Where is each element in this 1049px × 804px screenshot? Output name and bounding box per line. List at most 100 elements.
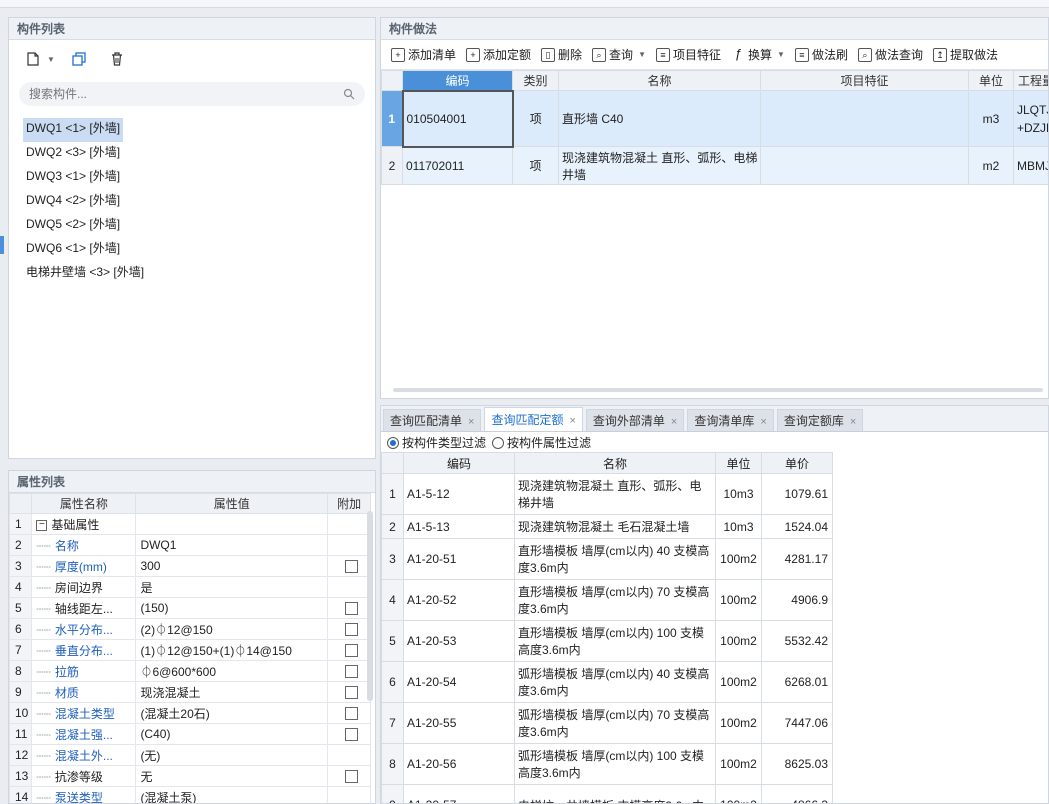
- method-row[interactable]: 2 011702011 项现浇建筑物混凝土 直形、弧形、电梯井墙 m2 MBMJ: [381, 146, 1048, 185]
- method-header-type[interactable]: 类别: [512, 70, 559, 91]
- chevron-down-icon[interactable]: ▼: [777, 50, 785, 59]
- toolbar-button-method-query[interactable]: ⌕ 做法查询: [854, 46, 927, 63]
- toolbar-button-extract[interactable]: ↥ 提取做法: [929, 46, 1002, 63]
- toolbar-button-add-quota[interactable]: + 添加定额: [462, 46, 535, 63]
- query-tab[interactable]: 查询清单库 ×: [687, 409, 774, 431]
- quota-header-name[interactable]: 名称: [514, 452, 716, 474]
- method-feature[interactable]: [760, 90, 969, 147]
- method-header-expr[interactable]: 工程量: [1013, 70, 1048, 91]
- component-list-item[interactable]: 电梯井壁墙 <3> [外墙]: [23, 262, 375, 286]
- quota-row[interactable]: 3 A1-20-51 直形墙模板 墙厚(cm以内) 40 支模高度3.6m内 100m…: [381, 538, 833, 580]
- property-scrollbar[interactable]: [367, 511, 373, 701]
- quota-row[interactable]: 5 A1-20-53 直形墙模板 墙厚(cm以内) 100 支模高度3.6m内 100…: [381, 620, 833, 662]
- property-value[interactable]: 现浇混凝土: [135, 681, 329, 703]
- property-row[interactable]: 12 ┄┄ 混凝土外... (无): [9, 744, 371, 766]
- property-value[interactable]: (150): [135, 597, 329, 619]
- toolbar-button-add-list[interactable]: + 添加清单: [387, 46, 460, 63]
- close-icon[interactable]: ×: [468, 416, 474, 428]
- property-row[interactable]: 14 ┄┄ 泵送类型 (混凝土泵): [9, 786, 371, 803]
- extra-checkbox[interactable]: [344, 623, 358, 637]
- property-value[interactable]: 是: [135, 576, 329, 598]
- close-icon[interactable]: ×: [760, 416, 766, 428]
- component-list-item[interactable]: DWQ1 <1> [外墙]: [23, 118, 375, 142]
- query-tab[interactable]: 查询匹配清单 ×: [383, 409, 482, 431]
- property-row[interactable]: 3 ┄┄ 厚度(mm) 300: [9, 555, 371, 577]
- property-value[interactable]: (1)⏀12@150+(1)⏀14@150: [135, 639, 329, 661]
- property-header-name[interactable]: 属性名称: [31, 493, 137, 514]
- toolbar-button-brush[interactable]: ≡ 做法刷: [791, 46, 852, 63]
- method-header-unit[interactable]: 单位: [968, 70, 1014, 91]
- quota-row[interactable]: 2 A1-5-13 现浇建筑物混凝土 毛石混凝土墙 10m3 1524.04: [381, 514, 833, 539]
- property-header-value[interactable]: 属性值: [135, 493, 329, 514]
- component-list-item[interactable]: DWQ4 <2> [外墙]: [23, 190, 375, 214]
- property-value[interactable]: (混凝土20石): [135, 702, 329, 724]
- quota-row[interactable]: 7 A1-20-55 弧形墙模板 墙厚(cm以内) 70 支模高度3.6m内 100m…: [381, 702, 833, 744]
- extra-checkbox[interactable]: [344, 560, 358, 574]
- close-icon[interactable]: ×: [671, 416, 677, 428]
- method-code[interactable]: 010504001: [401, 89, 514, 148]
- method-row[interactable]: 1010504001项直形墙 C40 m3JLQTJQ +DZJLQ: [381, 89, 1048, 148]
- component-list-item[interactable]: DWQ5 <2> [外墙]: [23, 214, 375, 238]
- quota-row[interactable]: 6 A1-20-54 弧形墙模板 墙厚(cm以内) 40 支模高度3.6m内 100m…: [381, 661, 833, 703]
- component-search-input[interactable]: [29, 87, 343, 101]
- method-expr[interactable]: MBMJ: [1013, 146, 1048, 185]
- filter-by-type[interactable]: 按构件类型过滤: [387, 434, 486, 451]
- close-icon[interactable]: ×: [850, 416, 856, 428]
- property-row[interactable]: 2 ┄┄ 名称 DWQ1: [9, 534, 371, 556]
- property-row[interactable]: 8 ┄┄ 拉筋 ⏀6@600*600: [9, 660, 371, 682]
- method-name[interactable]: 现浇建筑物混凝土 直形、弧形、电梯井墙: [558, 146, 761, 185]
- close-icon[interactable]: ×: [569, 415, 575, 427]
- query-tab[interactable]: 查询定额库 ×: [776, 409, 864, 431]
- property-row[interactable]: 11 ┄┄ 混凝土强... (C40): [9, 723, 371, 745]
- copy-component-button[interactable]: [67, 47, 91, 71]
- property-row[interactable]: 6 ┄┄ 水平分布... (2)⏀12@150: [9, 618, 371, 640]
- component-list-item[interactable]: DWQ3 <1> [外墙]: [23, 166, 375, 190]
- quota-row[interactable]: 1 A1-5-12 现浇建筑物混凝土 直形、弧形、电梯井墙 10m3 1079.61: [381, 473, 833, 515]
- extra-checkbox[interactable]: [344, 644, 358, 658]
- property-value[interactable]: 无: [135, 765, 329, 787]
- filter-by-attr[interactable]: 按构件属性过滤: [492, 434, 591, 451]
- property-value[interactable]: 300: [135, 555, 329, 577]
- extra-checkbox[interactable]: [344, 770, 358, 784]
- search-icon[interactable]: [343, 88, 355, 100]
- delete-component-button[interactable]: [105, 47, 129, 71]
- property-value[interactable]: [135, 513, 329, 535]
- method-name[interactable]: 直形墙 C40: [558, 90, 761, 147]
- component-list-item[interactable]: DWQ2 <3> [外墙]: [23, 142, 375, 166]
- property-value[interactable]: DWQ1: [135, 534, 329, 556]
- extra-checkbox[interactable]: [344, 665, 358, 679]
- property-row[interactable]: 1− 基础属性: [9, 513, 371, 535]
- quota-row[interactable]: 9A1-20-57电梯坑、井墙模板 支模高度3.6m内100m24866.3: [381, 784, 833, 803]
- property-header-extra[interactable]: 附加: [327, 493, 371, 514]
- chevron-down-icon[interactable]: ▼: [47, 55, 55, 64]
- extra-checkbox[interactable]: [344, 602, 358, 616]
- quota-row[interactable]: 8 A1-20-56 弧形墙模板 墙厚(cm以内) 100 支模高度3.6m内 100…: [381, 743, 833, 785]
- extra-checkbox[interactable]: [344, 686, 358, 700]
- property-row[interactable]: 7 ┄┄ 垂直分布... (1)⏀12@150+(1)⏀14@150: [9, 639, 371, 661]
- property-value[interactable]: (2)⏀12@150: [135, 618, 329, 640]
- method-header-code[interactable]: 编码: [402, 70, 513, 91]
- quota-row[interactable]: 4 A1-20-52 直形墙模板 墙厚(cm以内) 70 支模高度3.6m内 100m…: [381, 579, 833, 621]
- property-row[interactable]: 4 ┄┄ 房间边界是: [9, 576, 371, 598]
- toolbar-button-feature[interactable]: ≡ 项目特征: [652, 46, 725, 63]
- new-component-button[interactable]: [21, 47, 45, 71]
- extra-checkbox[interactable]: [344, 707, 358, 721]
- quota-header-unit[interactable]: 单位: [715, 452, 762, 474]
- query-tab[interactable]: 查询外部清单 ×: [585, 409, 685, 431]
- method-expr[interactable]: JLQTJQ +DZJLQ: [1013, 90, 1048, 147]
- query-tab[interactable]: 查询匹配定额 ×: [484, 407, 583, 431]
- component-list-item[interactable]: DWQ6 <1> [外墙]: [23, 238, 375, 262]
- quota-header-price[interactable]: 单价: [761, 452, 833, 474]
- property-row[interactable]: 13 ┄┄ 抗渗等级无: [9, 765, 371, 787]
- toolbar-button-fx[interactable]: ƒ 换算 ▼: [727, 46, 789, 63]
- quota-header-code[interactable]: 编码: [403, 452, 515, 474]
- extra-checkbox[interactable]: [344, 728, 358, 742]
- property-value[interactable]: (无): [135, 744, 329, 766]
- method-header-name[interactable]: 名称: [558, 70, 761, 91]
- method-header-feature[interactable]: 项目特征: [760, 70, 969, 91]
- property-row[interactable]: 9 ┄┄ 材质 现浇混凝土: [9, 681, 371, 703]
- chevron-down-icon[interactable]: ▼: [638, 50, 646, 59]
- method-feature[interactable]: [760, 146, 969, 185]
- toolbar-button-query[interactable]: ⌕ 查询 ▼: [588, 46, 650, 63]
- method-hscrollbar[interactable]: [393, 388, 1043, 392]
